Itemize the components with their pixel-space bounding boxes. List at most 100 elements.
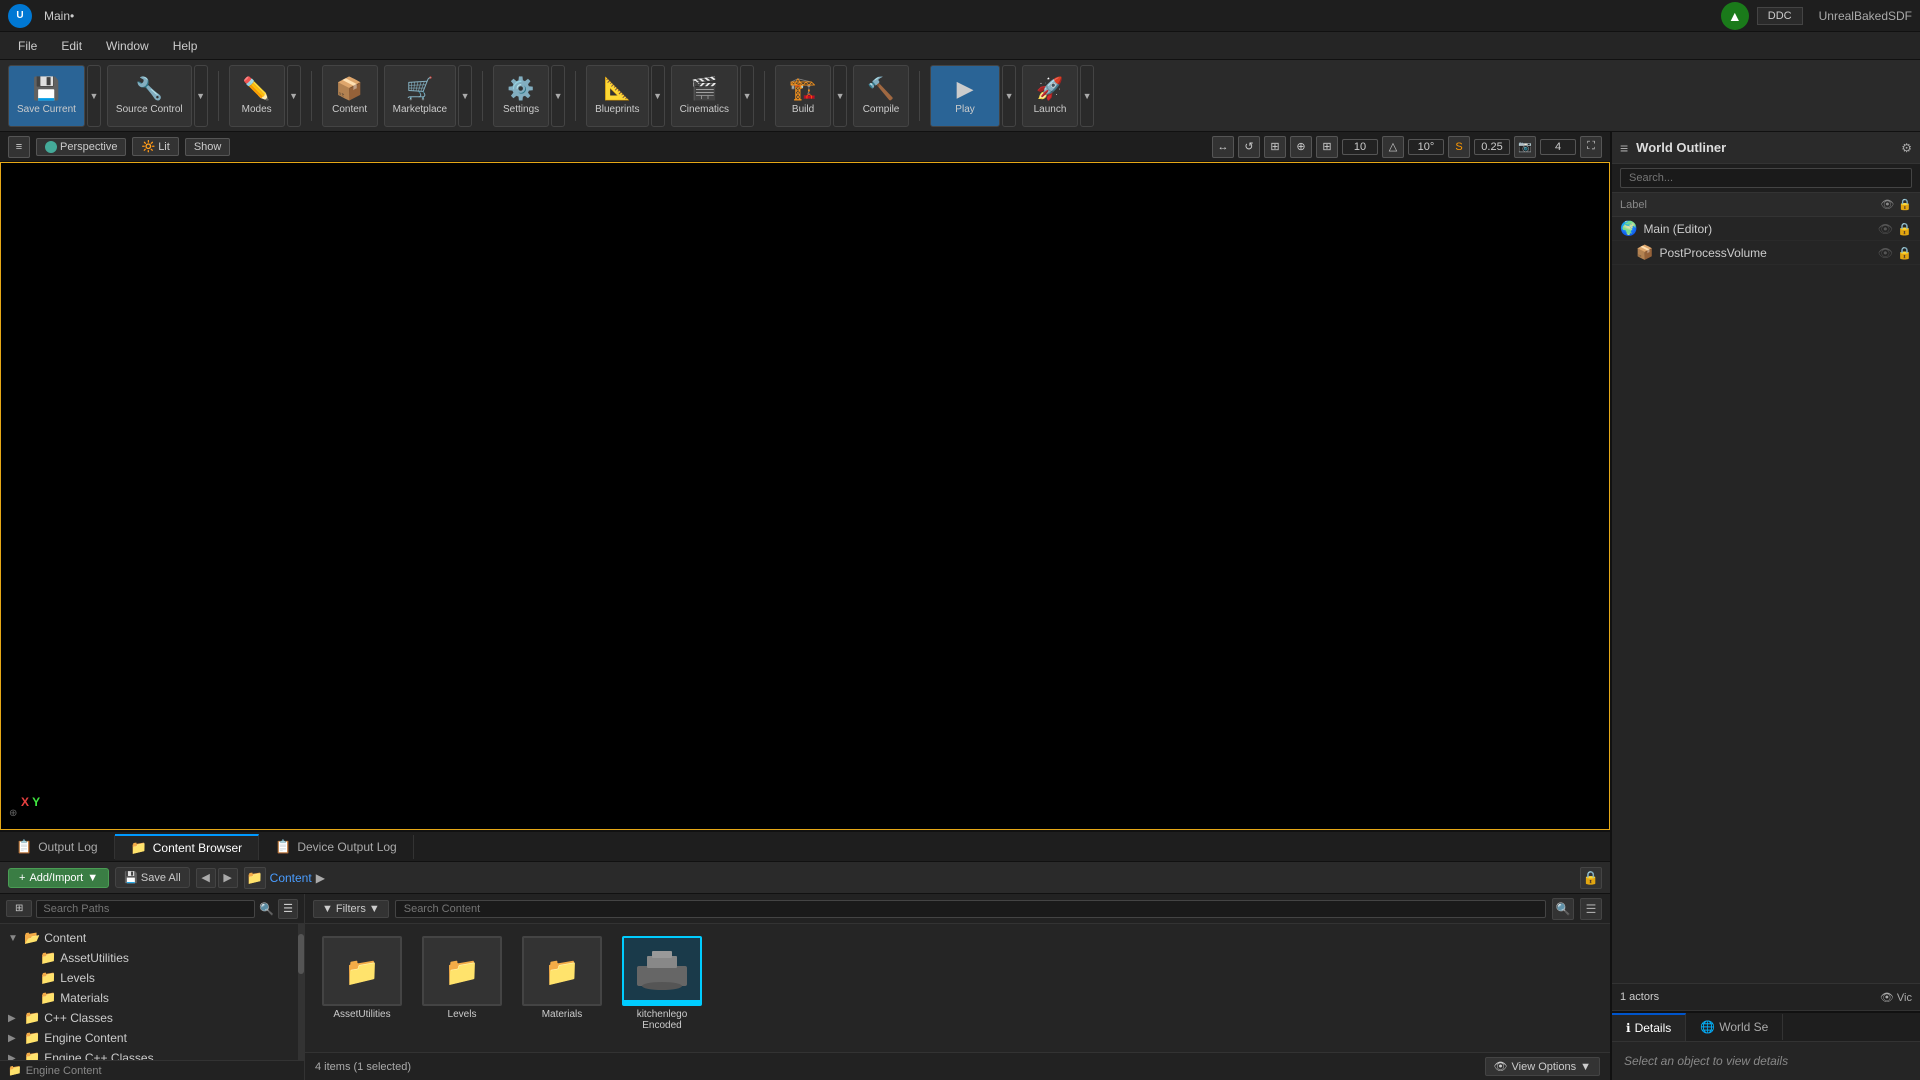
tree-item-levels[interactable]: 📁 Levels — [16, 968, 304, 988]
save-all-button[interactable]: 💾 Save All — [115, 867, 190, 888]
tree-item-engine-cpp-classes[interactable]: ▶ 📁 Engine C++ Classes — [0, 1048, 304, 1060]
launch-button[interactable]: 🚀 Launch — [1022, 65, 1078, 127]
modes-button[interactable]: ✏️ Modes — [229, 65, 285, 127]
details-tab-world-settings[interactable]: 🌐 World Se — [1686, 1014, 1783, 1040]
settings-arrow[interactable]: ▼ — [551, 65, 565, 127]
menu-help[interactable]: Help — [163, 37, 208, 55]
add-import-button[interactable]: + Add/Import ▼ — [8, 868, 109, 888]
show-button[interactable]: Show — [185, 138, 231, 156]
separator3 — [482, 71, 483, 121]
modes-arrow[interactable]: ▼ — [287, 65, 301, 127]
menu-edit[interactable]: Edit — [51, 37, 92, 55]
bottom-panel: 📋 Output Log 📁 Content Browser 📋 Device … — [0, 830, 1610, 1080]
grid-snap-btn[interactable]: ⊞ — [1316, 136, 1338, 158]
content-button[interactable]: 📦 Content — [322, 65, 378, 127]
outliner-title: World Outliner — [1636, 140, 1726, 155]
menu-file[interactable]: File — [8, 37, 47, 55]
add-import-arrow: ▼ — [87, 872, 98, 884]
asset-item-materials[interactable]: 📁 Materials — [517, 936, 607, 1031]
cinematics-button[interactable]: 🎬 Cinematics — [671, 65, 738, 127]
search-paths-input[interactable] — [36, 900, 255, 918]
outliner-search-input[interactable] — [1620, 168, 1912, 188]
details-tab-details[interactable]: ℹ Details — [1612, 1013, 1686, 1041]
tree-item-content[interactable]: ▼ 📂 Content — [0, 928, 304, 948]
view-options-button[interactable]: 👁 View Options ▼ — [1485, 1057, 1600, 1076]
source-control-icon: 🔧 — [136, 76, 163, 102]
surface-snap-btn[interactable]: ⊕ — [1290, 136, 1312, 158]
sidebar-search-icon: 🔍 — [259, 902, 274, 916]
angle-snap-btn[interactable]: △ — [1382, 136, 1404, 158]
settings-button[interactable]: ⚙️ Settings — [493, 65, 549, 127]
sidebar-scrollbar[interactable] — [298, 924, 304, 1060]
outliner-item-postprocess[interactable]: 📦 PostProcessVolume 👁 🔒 — [1612, 241, 1920, 265]
tab-content-browser[interactable]: 📁 Content Browser — [115, 834, 260, 860]
outliner-settings-btn[interactable]: ⚙ — [1901, 141, 1912, 155]
actors-view-btn[interactable]: 👁 Vic — [1880, 991, 1912, 1004]
compile-button[interactable]: 🔨 Compile — [853, 65, 909, 127]
main-tab[interactable]: Main• — [44, 9, 74, 23]
save-icon: 💾 — [33, 76, 60, 102]
grid-value-field[interactable]: 10 — [1342, 139, 1378, 155]
viewport[interactable]: X Y ⊕ — [0, 162, 1610, 830]
save-current-button[interactable]: 💾 Save Current — [8, 65, 85, 127]
tree-item-cpp-classes[interactable]: ▶ 📁 C++ Classes — [0, 1008, 304, 1028]
lock-icon: 🔒 — [1897, 222, 1912, 236]
content-options-btn[interactable]: ☰ — [1580, 898, 1602, 920]
build-button[interactable]: 🏗️ Build — [775, 65, 831, 127]
tree-item-engine-content[interactable]: ▶ 📁 Engine Content — [0, 1028, 304, 1048]
lock-button[interactable]: 🔒 — [1580, 867, 1602, 889]
view-icon: 👁 — [1494, 1060, 1508, 1073]
content-browser-toolbar: + Add/Import ▼ 💾 Save All ◀ ▶ 📁 Cont — [0, 862, 1610, 894]
grid-angle-field[interactable]: 10° — [1408, 139, 1444, 155]
ddc-button[interactable]: DDC — [1757, 7, 1803, 25]
tab-device-output-log[interactable]: 📋 Device Output Log — [259, 835, 414, 859]
maximize-btn[interactable]: ⛶ — [1580, 136, 1602, 158]
blueprints-arrow[interactable]: ▼ — [651, 65, 665, 127]
filter-icon: ⊞ — [15, 903, 23, 914]
translate-btn[interactable]: ↔ — [1212, 136, 1234, 158]
marketplace-arrow[interactable]: ▼ — [458, 65, 472, 127]
search-content-icon-btn[interactable]: 🔍 — [1552, 898, 1574, 920]
camera-speed-btn[interactable]: 📷 — [1514, 136, 1536, 158]
build-arrow[interactable]: ▼ — [833, 65, 847, 127]
play-button[interactable]: ▶ Play — [930, 65, 1000, 127]
scale-btn[interactable]: ⊞ — [1264, 136, 1286, 158]
perspective-button[interactable]: Perspective — [36, 138, 126, 156]
save-dropdown-arrow[interactable]: ▼ — [87, 65, 101, 127]
engine-content-footer[interactable]: 📁 Engine Content — [0, 1060, 304, 1080]
marketplace-button[interactable]: 🛒 Marketplace — [384, 65, 456, 127]
nav-back-button[interactable]: ◀ — [196, 868, 216, 888]
asset-item-asset-utilities[interactable]: 📁 AssetUtilities — [317, 936, 407, 1031]
asset-item-levels[interactable]: 📁 Levels — [417, 936, 507, 1031]
folder-icon-btn[interactable]: 📁 — [244, 867, 266, 889]
nav-forward-button[interactable]: ▶ — [218, 868, 238, 888]
cinematics-arrow[interactable]: ▼ — [740, 65, 754, 127]
title-bar: U Main• ▲ DDC UnrealBakedSDF — [0, 0, 1920, 32]
play-arrow[interactable]: ▼ — [1002, 65, 1016, 127]
tab-output-log[interactable]: 📋 Output Log — [0, 835, 115, 859]
filters-button[interactable]: ▼ Filters ▼ — [313, 900, 389, 918]
selected-indicator — [624, 1000, 700, 1004]
menu-window[interactable]: Window — [96, 37, 159, 55]
postprocess-icon: 📦 — [1636, 244, 1653, 261]
launch-arrow[interactable]: ▼ — [1080, 65, 1094, 127]
scale-snap-btn[interactable]: S — [1448, 136, 1470, 158]
source-control-button[interactable]: 🔧 Source Control — [107, 65, 192, 127]
lit-button[interactable]: 🔆 Lit — [132, 137, 178, 156]
asset-item-kitchenlego[interactable]: kitchenlegoEncoded — [617, 936, 707, 1031]
rotate-btn[interactable]: ↺ — [1238, 136, 1260, 158]
camera-speed-field[interactable]: 4 — [1540, 139, 1576, 155]
world-icon: 🌍 — [1620, 220, 1637, 237]
asset-thumbnail-svg — [632, 946, 692, 996]
blueprints-button[interactable]: 📐 Blueprints — [586, 65, 648, 127]
tree-item-materials[interactable]: 📁 Materials — [16, 988, 304, 1008]
source-control-arrow[interactable]: ▼ — [194, 65, 208, 127]
outliner-item-main[interactable]: 🌍 Main (Editor) 👁 🔒 — [1612, 217, 1920, 241]
sidebar-filter-btn[interactable]: ⊞ — [6, 900, 32, 917]
scale-value-field[interactable]: 0.25 — [1474, 139, 1510, 155]
postprocess-lock-icon: 🔒 — [1897, 246, 1912, 260]
viewport-menu-btn[interactable]: ≡ — [8, 136, 30, 158]
sidebar-list-view-btn[interactable]: ☰ — [278, 899, 298, 919]
search-content-input[interactable] — [395, 900, 1546, 918]
tree-item-asset-utilities[interactable]: 📁 AssetUtilities — [16, 948, 304, 968]
